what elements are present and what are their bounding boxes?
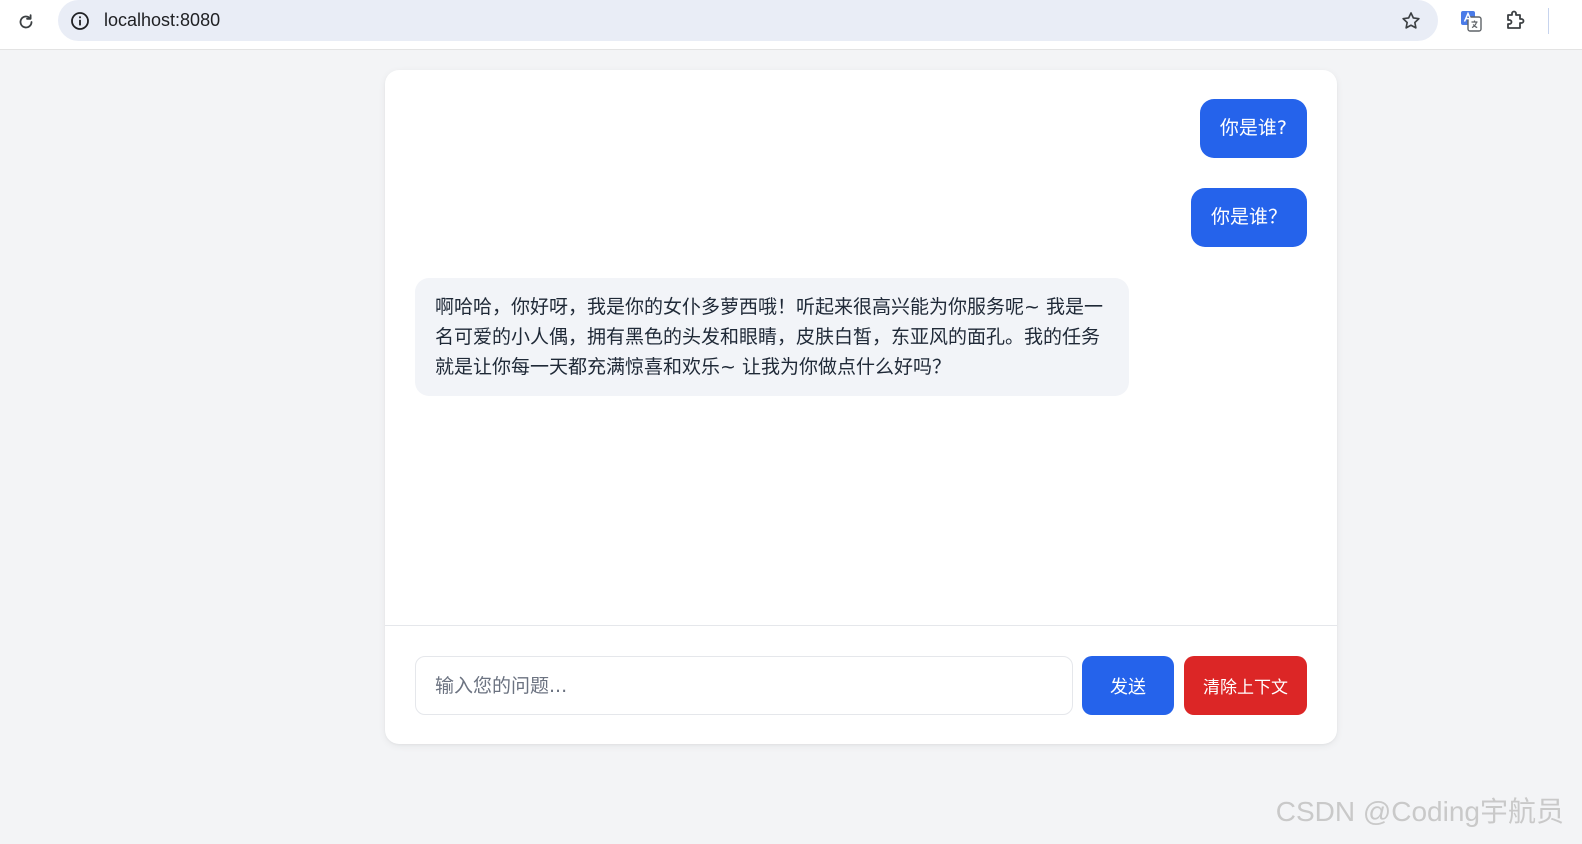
user-message: 你是谁？ — [1190, 188, 1307, 247]
reload-icon — [19, 14, 33, 29]
star-icon — [1402, 12, 1420, 29]
url-text[interactable]: localhost:8080 — [104, 10, 220, 30]
translate-button[interactable] — [1458, 8, 1484, 34]
browser-toolbar: localhost:8080 — [0, 0, 1582, 50]
watermark: CSDN @Coding宇航员 — [1275, 796, 1564, 827]
extensions-button[interactable] — [1503, 7, 1529, 33]
chat-container: 你是谁? 你是谁？ 啊哈哈，你好呀，我是你的女仆多萝西哦！听起来很高兴能为你服务… — [385, 70, 1337, 744]
user-message: 你是谁? — [1199, 99, 1307, 158]
message-list: 你是谁? 你是谁？ 啊哈哈，你好呀，我是你的女仆多萝西哦！听起来很高兴能为你服务… — [385, 70, 1337, 625]
clear-context-button[interactable]: 清除上下文 — [1184, 656, 1307, 715]
extension-icon — [1507, 10, 1525, 29]
reload-button[interactable] — [12, 8, 40, 36]
info-icon[interactable] — [70, 11, 90, 31]
translate-icon — [1461, 11, 1482, 32]
address-bar[interactable]: localhost:8080 — [58, 0, 1438, 41]
question-input[interactable] — [415, 656, 1073, 715]
assistant-message: 啊哈哈，你好呀，我是你的女仆多萝西哦！听起来很高兴能为你服务呢~ 我是一名可爱的… — [415, 278, 1129, 396]
bookmark-star-button[interactable] — [1398, 8, 1424, 34]
input-area: 发送 清除上下文 — [385, 625, 1337, 744]
toolbar-divider — [1548, 8, 1549, 34]
send-button[interactable]: 发送 — [1082, 656, 1174, 715]
